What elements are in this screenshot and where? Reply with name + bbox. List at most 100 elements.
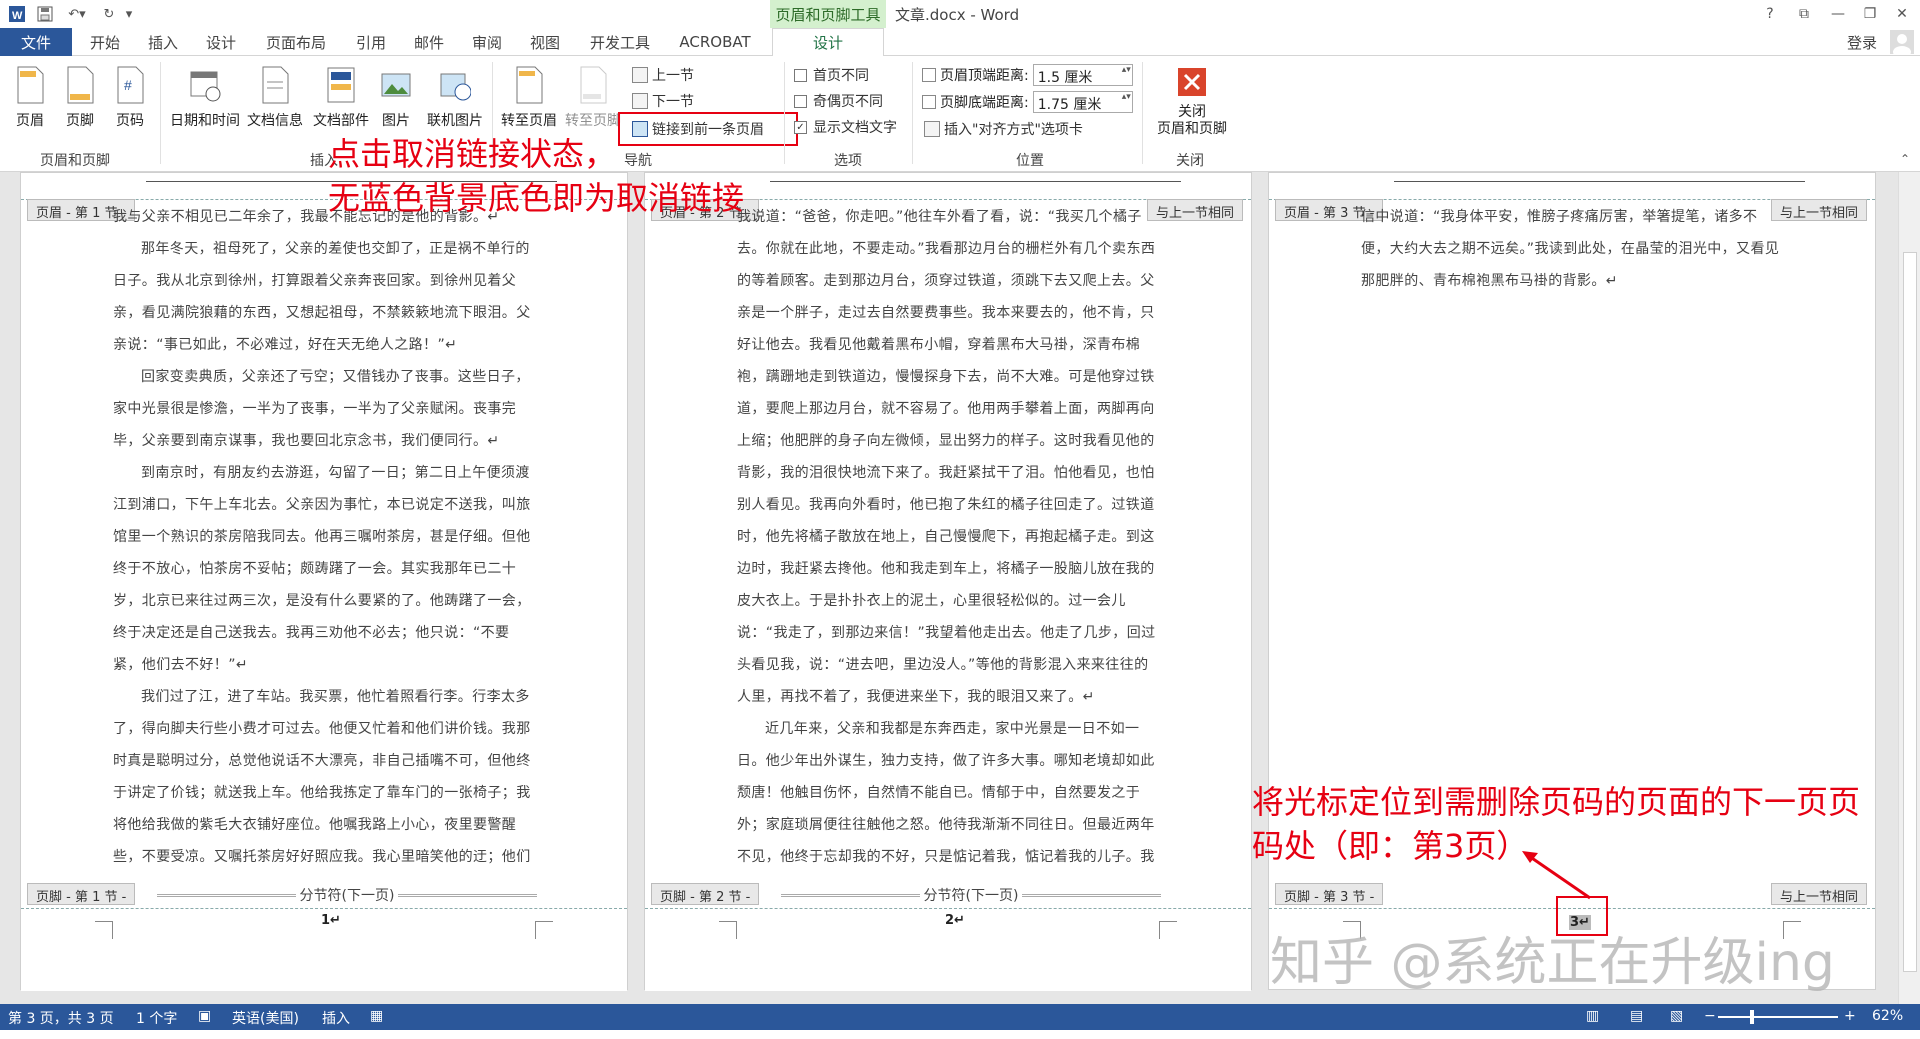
zoom-level[interactable]: 62% [1872, 1008, 1903, 1024]
zoom-out-button[interactable]: − [1704, 1008, 1716, 1024]
user-avatar-icon[interactable] [1888, 28, 1916, 56]
scrollbar-thumb[interactable] [1903, 252, 1917, 972]
tab-page-layout[interactable]: 页面布局 [254, 28, 338, 56]
save-icon[interactable] [34, 3, 56, 25]
tab-view[interactable]: 视图 [520, 28, 570, 56]
crop-mark [95, 921, 113, 939]
prev-section-icon [632, 67, 648, 83]
collapse-ribbon-icon[interactable]: ⌃ [1900, 152, 1910, 166]
svg-text:W: W [12, 10, 23, 22]
checkbox-box [794, 94, 807, 108]
page-number-label: 页码 [116, 113, 144, 129]
header-rule [1394, 181, 1805, 182]
page-number-icon: # [114, 66, 146, 104]
online-picture-button[interactable]: 联机图片 [424, 62, 486, 142]
page-number[interactable]: 2↵ [945, 913, 965, 928]
next-section-button[interactable]: 下一节 [632, 90, 694, 112]
goto-footer-icon [577, 66, 609, 104]
doc-info-button[interactable]: 文档信息 [244, 62, 306, 142]
calendar-icon [189, 66, 221, 104]
zoom-slider-thumb[interactable] [1750, 1010, 1754, 1024]
show-document-text-label: 显示文档文字 [813, 120, 897, 136]
goto-footer-button[interactable]: 转至页脚 [562, 62, 624, 142]
date-time-button[interactable]: 日期和时间 [168, 62, 242, 142]
tab-file[interactable]: 文件 [0, 28, 72, 56]
goto-header-button[interactable]: 转至页眉 [498, 62, 560, 142]
print-layout-icon[interactable]: ▤ [1630, 1008, 1643, 1024]
different-odd-even-checkbox[interactable]: 奇偶页不同 [794, 90, 883, 112]
context-tab-title: 页眉和页脚工具 [770, 0, 886, 28]
undo-icon[interactable]: ↶▾ [62, 3, 92, 25]
insert-mode[interactable]: 插入 [322, 1008, 350, 1028]
prev-section-button[interactable]: 上一节 [632, 64, 694, 86]
different-first-page-label: 首页不同 [813, 68, 869, 84]
macro-record-icon[interactable]: ▦ [370, 1008, 383, 1024]
zoom-slider[interactable] [1718, 1016, 1838, 1018]
page-body[interactable]: 信中说道：“我身体平安，惟膀子疼痛厉害，举箸提笔，诸多不便，大约大去之期不远矣。… [1361, 201, 1785, 297]
different-first-page-checkbox[interactable]: 首页不同 [794, 64, 869, 86]
tab-acrobat[interactable]: ACROBAT [670, 28, 760, 56]
footer-bottom-input[interactable]: 1.75 厘米 [1032, 91, 1133, 113]
web-layout-icon[interactable]: ▧ [1670, 1008, 1683, 1024]
tab-references[interactable]: 引用 [346, 28, 396, 56]
page-body[interactable]: 我与父亲不相见已二年余了，我最不能忘记的是他的背影。↵ 那年冬天，祖母死了，父亲… [113, 201, 537, 937]
taskbar-strip [0, 1030, 1920, 1039]
page-number-button[interactable]: # 页码 [104, 62, 156, 142]
page-number[interactable]: 1↵ [321, 913, 341, 928]
page-body[interactable]: 我说道：“爸爸，你走吧。”他往车外看了看，说：“我买几个橘子去。你就在此地，不要… [737, 201, 1161, 905]
signin-link[interactable]: 登录 [1840, 28, 1884, 56]
paragraph: 信中说道：“我身体平安，惟膀子疼痛厉害，举箸提笔，诸多不便，大约大去之期不远矣。… [1361, 209, 1780, 289]
tab-design[interactable]: 设计 [196, 28, 246, 56]
tab-insert[interactable]: 插入 [138, 28, 188, 56]
same-as-previous-tag: 与上一节相同 [1770, 883, 1867, 905]
page-1: 页眉 - 第 1 节 - 我与父亲不相见已二年余了，我最不能忘记的是他的背影。↵… [20, 172, 628, 991]
same-as-previous-tag: 与上一节相同 [1146, 199, 1243, 221]
vertical-scrollbar[interactable] [1898, 172, 1920, 1004]
proofing-icon[interactable]: ▣ [198, 1008, 211, 1024]
tab-home[interactable]: 开始 [80, 28, 130, 56]
close-label-2: 页眉和页脚 [1157, 121, 1227, 137]
word-count[interactable]: 1 个字 [136, 1008, 177, 1028]
close-window-button[interactable]: ✕ [1882, 0, 1920, 28]
header-button[interactable]: 页眉 [4, 62, 56, 142]
same-as-previous-tag: 与上一节相同 [1770, 199, 1867, 221]
insert-align-tab-button[interactable]: 插入"对齐方式"选项卡 [924, 118, 1083, 140]
different-odd-even-label: 奇偶页不同 [813, 94, 883, 110]
close-header-footer-button[interactable]: 关闭 页眉和页脚 [1150, 62, 1234, 142]
doc-parts-label: 文档部件 [313, 113, 369, 129]
paragraph: 回家变卖典质，父亲还了亏空；又借钱办了丧事。这些日子，家中光景很是惨澹，一半为了… [113, 369, 530, 449]
picture-button[interactable]: 图片 [372, 62, 420, 142]
tab-developer[interactable]: 开发工具 [578, 28, 662, 56]
show-document-text-checkbox[interactable]: ✓ 显示文档文字 [794, 116, 897, 138]
annotation-bottom-line1: 将光标定位到需删除页码的页面的下一页页 [1252, 783, 1861, 821]
header-top-input[interactable]: 1.5 厘米 [1032, 64, 1133, 86]
zoom-in-button[interactable]: + [1844, 1008, 1856, 1024]
page-2: 页眉 - 第 2 节 - 与上一节相同 我说道：“爸爸，你走吧。”他往车外看了看… [644, 172, 1252, 991]
checkbox-checked-icon: ✓ [794, 120, 807, 134]
annotation-top-line2: 无蓝色背景底色即为取消链接 [328, 179, 745, 217]
crop-mark [719, 921, 737, 939]
footer-label: 页脚 [66, 113, 94, 129]
doc-parts-button[interactable]: 文档部件 [310, 62, 372, 142]
tab-review[interactable]: 审阅 [462, 28, 512, 56]
insert-align-tab-label: 插入"对齐方式"选项卡 [944, 122, 1083, 138]
tab-mailings[interactable]: 邮件 [404, 28, 454, 56]
redo-icon[interactable]: ↻ [98, 3, 120, 25]
footer-bottom-label: 页脚底端距离: [940, 95, 1029, 111]
align-tab-icon [924, 121, 940, 137]
tab-header-footer-design[interactable]: 设计 [772, 28, 884, 57]
group-close-label: 关闭 [1176, 153, 1204, 169]
language[interactable]: 英语(美国) [232, 1008, 299, 1028]
picture-label: 图片 [382, 113, 410, 129]
svg-text:#: # [124, 77, 132, 93]
read-mode-icon[interactable]: ▥ [1586, 1008, 1599, 1024]
page-info[interactable]: 第 3 页，共 3 页 [8, 1008, 114, 1028]
annotation-top: 点击取消链接状态， 无蓝色背景底色即为取消链接 [328, 132, 744, 220]
footer-distance-icon [922, 95, 936, 109]
close-label-1: 关闭 [1178, 104, 1206, 120]
customize-qat-icon[interactable]: ▾ [122, 3, 136, 25]
next-section-icon [632, 93, 648, 109]
footer-button[interactable]: 页脚 [54, 62, 106, 142]
paragraph: 我说道：“爸爸，你走吧。”他往车外看了看，说：“我买几个橘子去。你就在此地，不要… [737, 209, 1156, 705]
footer-section-tag: 页脚 - 第 3 节 - [1275, 883, 1384, 905]
